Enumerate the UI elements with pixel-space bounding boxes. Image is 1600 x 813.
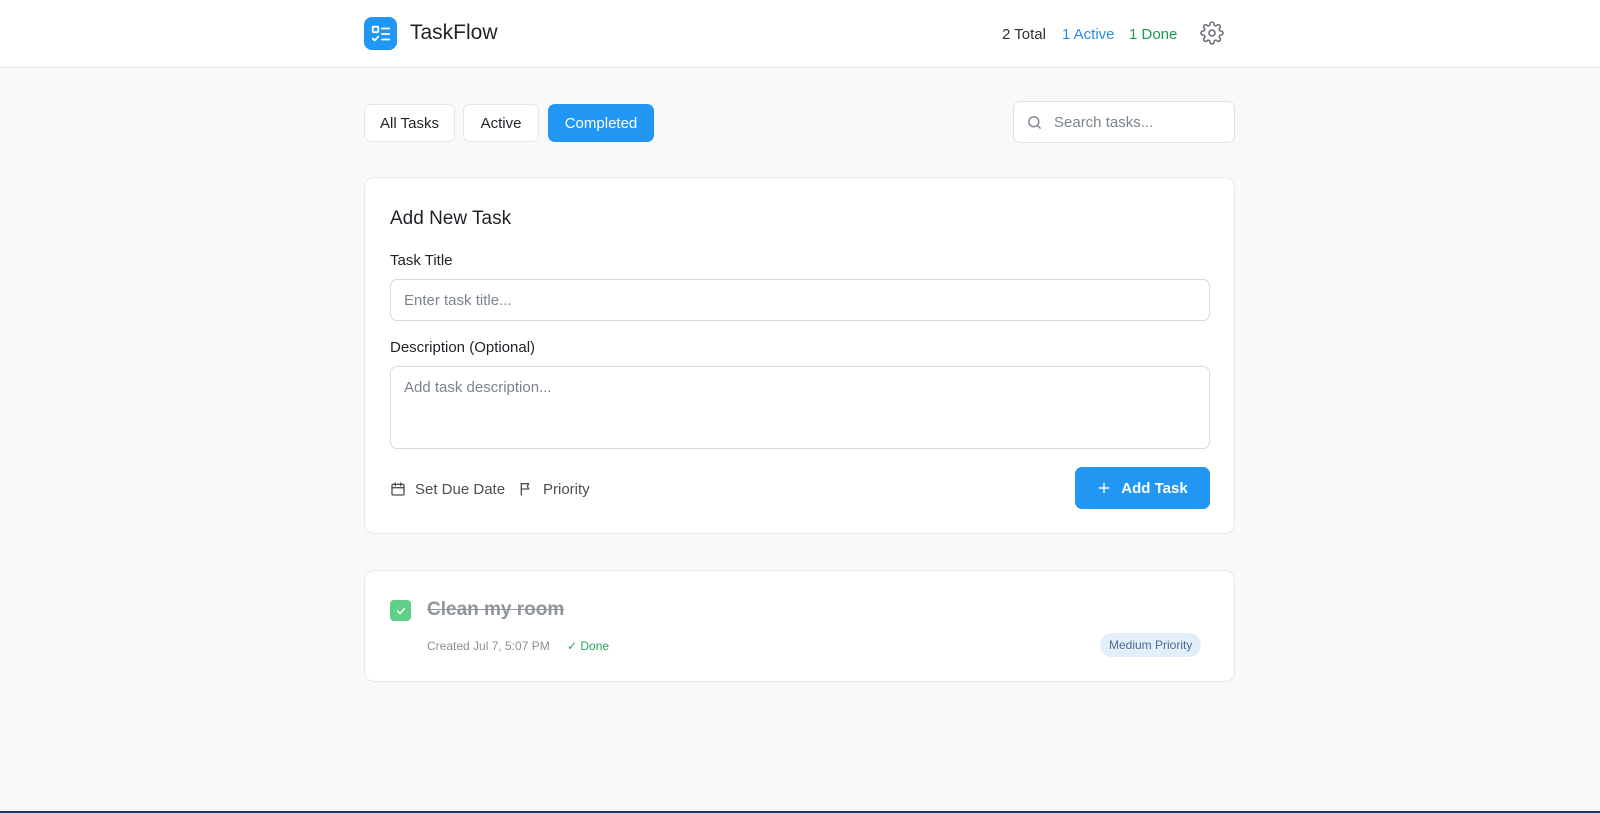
task-title: Clean my room: [427, 599, 565, 620]
set-due-date-label: Set Due Date: [415, 480, 506, 498]
settings-gear-icon[interactable]: [1200, 21, 1224, 45]
add-task-card: Add New Task Task Title Description (Opt…: [364, 177, 1235, 534]
priority-button[interactable]: Priority: [518, 478, 590, 500]
add-task-button-label: Add Task: [1121, 479, 1188, 497]
taskflow-logo-icon: [364, 17, 397, 50]
search-box: [1013, 101, 1235, 143]
task-complete-checkbox[interactable]: [390, 600, 411, 621]
task-item: Clean my room Created Jul 7, 5:07 PM ✓ D…: [364, 570, 1235, 682]
filter-completed-button[interactable]: Completed: [548, 104, 654, 142]
description-label: Description (Optional): [390, 339, 536, 356]
filter-active-button[interactable]: Active: [463, 104, 539, 142]
add-task-button[interactable]: Add Task: [1075, 467, 1210, 509]
search-input[interactable]: [1054, 103, 1229, 141]
calendar-icon: [391, 482, 405, 496]
filter-all-tasks-button[interactable]: All Tasks: [364, 104, 455, 142]
priority-label: Priority: [543, 480, 590, 498]
active-count: 1 Active: [1062, 26, 1115, 43]
checkmark-icon: [396, 607, 405, 614]
task-title-label: Task Title: [390, 252, 453, 269]
total-count: 2 Total: [1002, 26, 1046, 43]
add-task-heading: Add New Task: [390, 208, 512, 229]
priority-badge: Medium Priority: [1100, 633, 1202, 657]
plus-icon: [1098, 482, 1110, 494]
app-title: TaskFlow: [410, 21, 498, 44]
search-icon: [1028, 116, 1041, 129]
task-description-input[interactable]: [390, 366, 1210, 449]
flag-icon: [520, 483, 530, 496]
app-header: TaskFlow 2 Total 1 Active 1 Done: [0, 0, 1600, 68]
done-count: 1 Done: [1129, 26, 1178, 43]
set-due-date-button[interactable]: Set Due Date: [390, 478, 505, 500]
task-created-date: Created Jul 7, 5:07 PM: [427, 639, 550, 653]
task-title-input[interactable]: [390, 279, 1210, 321]
task-status-done: ✓ Done: [567, 639, 610, 653]
